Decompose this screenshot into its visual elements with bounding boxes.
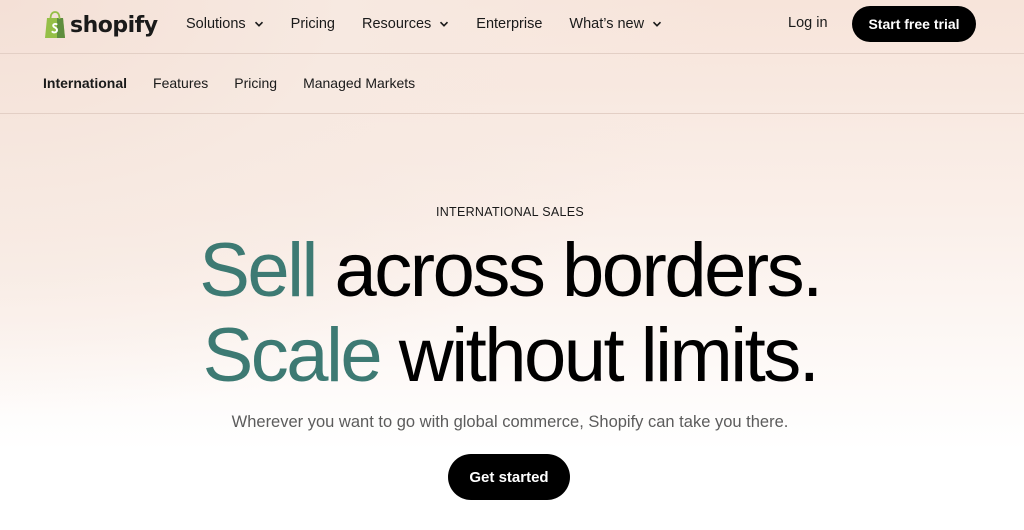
start-free-trial-button[interactable]: Start free trial [852, 6, 976, 42]
nav-item-label: Solutions [186, 16, 246, 32]
subnav-items: International Features Pricing Managed M… [43, 75, 441, 91]
get-started-button[interactable]: Get started [448, 454, 570, 500]
nav-item-label: Enterprise [476, 16, 543, 32]
nav-item-label: What’s new [569, 16, 645, 32]
page-background: shopify Solutions Pricing Resources Ente… [0, 0, 1024, 530]
login-link[interactable]: Log in [788, 15, 828, 31]
main-menu: Solutions Pricing Resources Enterprise W… [186, 14, 689, 34]
nav-item-pricing[interactable]: Pricing [291, 16, 335, 32]
nav-item-enterprise[interactable]: Enterprise [476, 16, 542, 32]
subnav-item-managed-markets[interactable]: Managed Markets [303, 75, 415, 91]
chevron-down-icon [440, 21, 449, 27]
headline-accent-word: Sell [199, 228, 318, 313]
sub-navigation: International Features Pricing Managed M… [0, 54, 1024, 114]
nav-item-solutions[interactable]: Solutions [186, 16, 264, 32]
subnav-item-features[interactable]: Features [153, 75, 208, 91]
subnav-item-international[interactable]: International [43, 75, 127, 91]
headline-text: across borders. [315, 228, 824, 313]
subnav-item-pricing[interactable]: Pricing [234, 75, 277, 91]
headline-text: without limits. [380, 313, 820, 398]
shopping-bag-icon [43, 11, 67, 39]
hero-headline-line-1: Sell across borders. [0, 231, 1020, 311]
nav-item-label: Pricing [290, 16, 335, 32]
nav-item-label: Resources [361, 16, 432, 32]
nav-item-resources[interactable]: Resources [362, 16, 449, 32]
top-navigation: shopify Solutions Pricing Resources Ente… [0, 0, 1024, 54]
headline-accent-word: Scale [202, 313, 383, 398]
chevron-down-icon [254, 21, 263, 27]
hero-eyebrow: INTERNATIONAL SALES [435, 205, 585, 219]
nav-item-whats-new[interactable]: What’s new [569, 16, 662, 32]
hero-headline-line-2: Scale without limits. [0, 316, 1020, 396]
chevron-down-icon [653, 21, 662, 27]
hero-subtitle: Wherever you want to go with global comm… [231, 413, 789, 431]
shopify-logo[interactable]: shopify [43, 9, 158, 41]
brand-name: shopify [70, 12, 158, 38]
